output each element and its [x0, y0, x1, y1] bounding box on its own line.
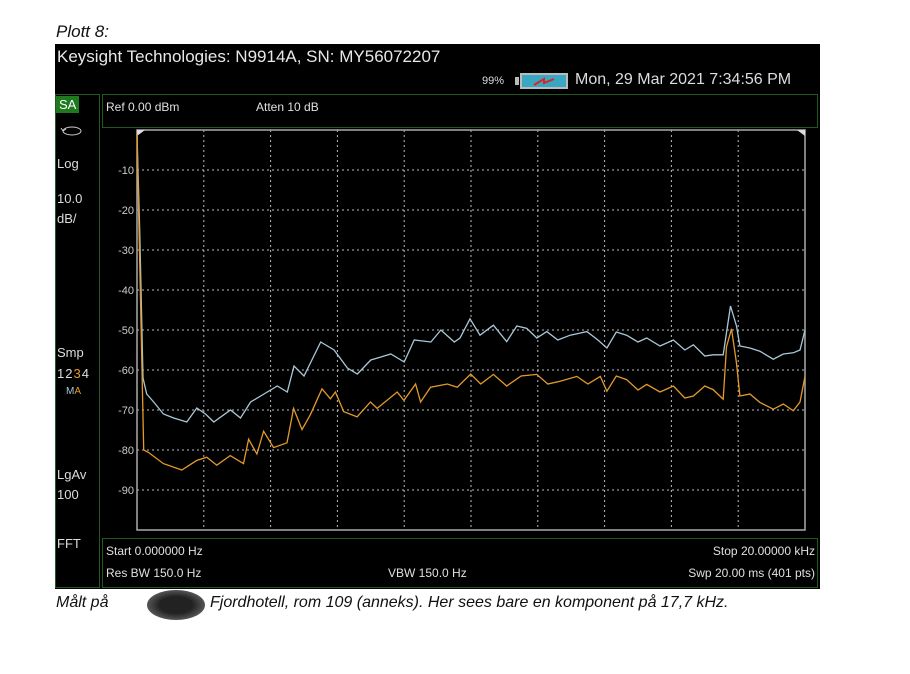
settings-header: [102, 94, 818, 128]
grid: [137, 130, 805, 530]
detector: Smp: [57, 345, 84, 360]
scale-unit: dB/: [57, 211, 77, 226]
battery-icon: [520, 73, 568, 89]
y-tick-label: -20: [118, 205, 134, 217]
caption-description: Fjordhotell, rom 109 (anneks). Her sees …: [210, 594, 729, 611]
scale-value: 10.0: [57, 191, 83, 206]
battery-terminal: [515, 77, 519, 85]
y-tick-label: -50: [118, 325, 134, 337]
trace-modes: MA: [66, 386, 81, 397]
caption-prefix: Målt på: [56, 594, 109, 611]
average-count: 100: [57, 487, 79, 502]
rotate-knob-icon: [60, 126, 82, 136]
charging-icon: [533, 77, 555, 86]
right-corner-marker: [797, 130, 805, 136]
y-tick-label: -10: [118, 165, 134, 177]
trace-max-hold: [136, 133, 806, 423]
stop-frequency[interactable]: Stop 20.00000 kHz: [713, 544, 815, 558]
averaging-type: LgAv: [57, 467, 87, 482]
y-tick-label: -40: [118, 285, 134, 297]
trace-mode-avg: A: [74, 386, 82, 397]
settings-footer: [102, 538, 818, 588]
ref-level[interactable]: Ref 0.00 dBm: [106, 100, 179, 114]
spectrum-plot: -10 -20 -30 -40 -50 -60 -70 -80 -90: [118, 129, 806, 531]
trace-3[interactable]: 3: [73, 366, 81, 381]
redaction-blot: [147, 590, 205, 620]
y-tick-label: -30: [118, 245, 134, 257]
trace-1[interactable]: 1: [57, 366, 65, 381]
y-tick-label: -90: [118, 485, 134, 497]
scale-type: Log: [57, 156, 79, 171]
instrument-title: Keysight Technologies: N9914A, SN: MY560…: [57, 47, 441, 66]
y-tick-label: -60: [118, 365, 134, 377]
y-tick-labels: -10 -20 -30 -40 -50 -60 -70 -80 -90: [118, 165, 134, 497]
video-bandwidth[interactable]: VBW 150.0 Hz: [388, 566, 467, 580]
datetime: Mon, 29 Mar 2021 7:34:56 PM: [575, 71, 792, 88]
sweep-type: FFT: [57, 536, 81, 551]
sweep-time[interactable]: Swp 20.00 ms (401 pts): [688, 566, 815, 580]
y-tick-label: -70: [118, 405, 134, 417]
left-corner-marker: [137, 130, 145, 136]
attenuation[interactable]: Atten 10 dB: [256, 100, 319, 114]
start-frequency[interactable]: Start 0.000000 Hz: [106, 544, 203, 558]
y-tick-label: -80: [118, 445, 134, 457]
mode-sa-button[interactable]: SA: [56, 96, 80, 113]
trace-numbers: 1234: [57, 366, 90, 381]
plot-caption: Plott 8:: [56, 22, 109, 41]
resolution-bandwidth[interactable]: Res BW 150.0 Hz: [106, 566, 201, 580]
trace-4[interactable]: 4: [82, 366, 90, 381]
battery-percent: 99%: [482, 75, 505, 87]
